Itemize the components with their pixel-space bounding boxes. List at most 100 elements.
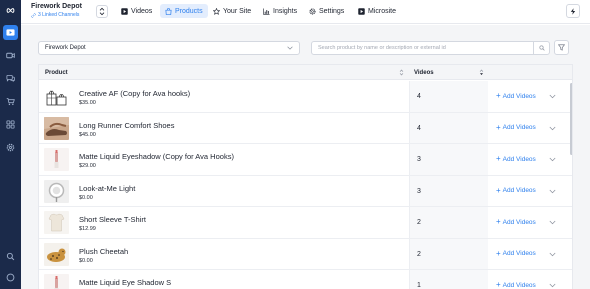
product-price: $12.99 [79,226,96,232]
settings-nav-icon[interactable] [3,140,18,155]
videos-nav-icon[interactable] [3,25,18,40]
tab-products[interactable]: Products [160,4,208,18]
plus-icon: + [496,185,501,195]
sort-descending-icon[interactable] [479,69,484,76]
tab-your-site-label: Your Site [223,7,252,15]
chevron-down-icon[interactable] [549,252,556,257]
lipstick-photo-icon [44,274,69,289]
plus-icon: + [496,248,501,258]
videos-cell [410,238,488,269]
sidebar-rail [0,0,21,289]
product-column-header[interactable]: Product [45,65,401,80]
gift-box-illustration-icon [44,85,69,108]
chevron-down-icon[interactable] [549,126,556,131]
product-name: Look-at-Me Light [79,183,136,193]
table-row[interactable]: Look-at-Me Light $0.00 3 + Add Videos [39,175,572,207]
cart-nav-icon[interactable] [3,94,18,109]
chevron-up-down-icon [99,7,105,16]
add-videos-button[interactable]: + Add Videos [496,281,536,289]
add-videos-button[interactable]: + Add Videos [496,92,536,100]
tab-insights[interactable]: Insights [258,4,302,18]
add-videos-button[interactable]: + Add Videos [496,123,536,132]
product-thumbnail [44,211,69,234]
channel-select[interactable]: Firework Depot [38,41,300,55]
table-row[interactable]: Plush Cheetah $0.00 2 + Add Videos [39,238,572,270]
add-videos-button[interactable]: + Add Videos [496,155,536,163]
videos-column-header[interactable]: Videos [414,65,484,80]
videos-column-label: Videos [414,69,434,76]
linked-channels-link[interactable]: 3 Linked Channels [31,12,95,18]
cheetah-photo-icon [44,242,69,266]
sort-icon[interactable] [399,69,404,76]
apps-grid-icon[interactable] [3,117,18,132]
tshirt-photo-icon [44,211,69,234]
channel-select-value: Firework Depot [45,45,86,51]
video-count: 3 [417,187,421,195]
microsite-play-icon [358,7,365,15]
tab-insights-label: Insights [273,7,298,15]
plus-icon: + [496,91,501,100]
shopping-bag-icon [165,7,172,15]
add-videos-button[interactable]: + Add Videos [496,248,536,258]
shoes-photo-icon [44,116,69,140]
lightning-bolt-icon [570,7,576,15]
tab-settings[interactable]: Settings [304,4,349,18]
filter-button[interactable] [554,40,569,55]
table-row[interactable]: Long Runner Comfort Shoes $45.00 4 + Add … [39,112,572,144]
videos-cell [410,112,488,143]
table-row[interactable]: Matte Liquid Eyeshadow (Copy for Ava Hoo… [39,144,572,176]
firework-logo-icon[interactable] [3,3,18,18]
chat-nav-icon[interactable] [3,71,18,86]
product-thumbnail [44,274,69,289]
table-row[interactable]: Matte Liquid Eye Shadow S 1 + Add Videos [39,270,572,289]
search-button[interactable] [533,42,549,54]
table-scrollbar[interactable] [570,83,572,155]
plus-icon: + [496,217,501,226]
add-videos-button[interactable]: + Add Videos [496,218,536,226]
product-thumbnail [44,148,69,171]
help-nav-icon[interactable] [3,270,18,285]
main-content: Firework Depot Product Videos Creative A [21,25,590,289]
product-price: $35.00 [79,100,96,106]
add-videos-button[interactable]: + Add Videos [496,185,536,195]
chevron-down-icon [287,46,293,50]
chevron-down-icon[interactable] [549,220,556,225]
table-row[interactable]: Short Sleeve T-Shirt $12.99 2 + Add Video… [39,207,572,239]
product-thumbnail [44,116,69,140]
product-price: $45.00 [79,131,96,138]
tab-microsite[interactable]: Microsite [353,4,401,18]
chevron-down-icon[interactable] [549,157,556,162]
videos-cell [410,144,488,175]
video-count: 1 [417,282,421,289]
plus-icon: + [496,280,501,289]
video-count: 4 [417,93,421,100]
plus-icon: + [496,154,501,163]
search-input[interactable] [312,42,533,54]
bar-chart-icon [263,7,270,15]
product-price: $0.00 [79,194,93,201]
table-row[interactable]: Creative AF (Copy for Ava hooks) $35.00 … [39,81,572,113]
gear-icon [309,7,316,15]
chevron-down-icon[interactable] [549,283,556,288]
quick-actions-button[interactable] [566,4,580,18]
camera-nav-icon[interactable] [3,48,18,63]
video-count: 4 [417,124,421,132]
star-icon [213,7,220,15]
add-videos-label: Add Videos [502,281,536,289]
video-count: 2 [417,250,421,258]
video-play-icon [121,7,128,15]
chevron-down-icon[interactable] [549,189,556,194]
ring-light-photo-icon [44,179,69,203]
product-name: Matte Liquid Eye Shadow S [79,278,172,287]
add-videos-label: Add Videos [502,250,536,257]
search-icon [538,45,545,51]
tab-your-site[interactable]: Your Site [208,4,256,18]
business-switcher-button[interactable] [96,5,108,18]
chevron-down-icon[interactable] [549,94,556,99]
video-count: 3 [417,156,421,163]
product-name: Creative AF (Copy for Ava hooks) [79,89,191,98]
table-header: Product Videos [39,65,572,80]
add-videos-label: Add Videos [502,155,536,163]
tab-videos[interactable]: Videos [116,4,157,18]
search-nav-icon[interactable] [3,249,18,264]
